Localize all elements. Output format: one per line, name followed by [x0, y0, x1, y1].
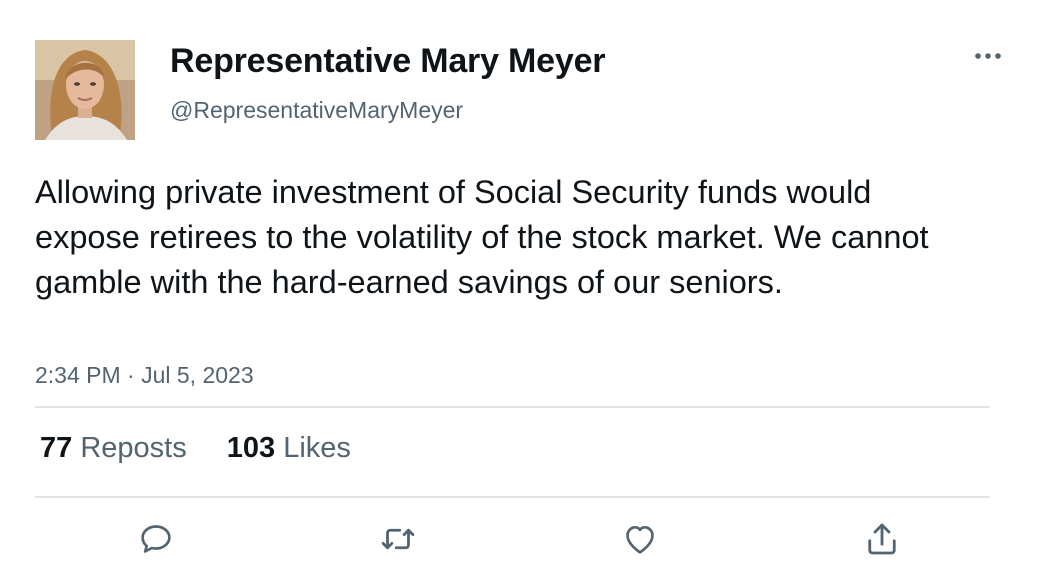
tweet-timestamp[interactable]: 2:34 PM · Jul 5, 2023	[35, 362, 254, 389]
reply-button[interactable]	[134, 517, 178, 561]
share-button[interactable]	[860, 517, 904, 561]
reposts-count: 77	[40, 432, 73, 464]
author-display-name[interactable]: Representative Mary Meyer	[170, 42, 606, 81]
divider	[35, 406, 990, 408]
like-button[interactable]	[618, 517, 662, 561]
reposts-label: Reposts	[80, 432, 187, 464]
repost-button[interactable]	[376, 517, 420, 561]
more-dots-icon	[975, 53, 1001, 59]
heart-icon	[626, 526, 654, 554]
reposts-stat[interactable]: 77 Reposts	[40, 432, 187, 464]
profile-photo	[35, 40, 135, 140]
engagement-stats: 77 Reposts 103 Likes	[40, 432, 383, 465]
likes-stat[interactable]: 103 Likes	[227, 432, 351, 464]
speech-bubble-icon	[141, 525, 171, 553]
likes-count: 103	[226, 432, 276, 464]
author-handle[interactable]: @RepresentativeMaryMeyer	[170, 97, 463, 124]
more-options-button[interactable]	[968, 42, 1008, 70]
divider	[35, 496, 990, 498]
tweet-text: Allowing private investment of Social Se…	[35, 174, 929, 300]
avatar[interactable]	[35, 40, 135, 140]
likes-label: Likes	[283, 432, 351, 464]
share-upload-icon	[868, 523, 896, 555]
repost-arrows-icon	[381, 528, 415, 550]
